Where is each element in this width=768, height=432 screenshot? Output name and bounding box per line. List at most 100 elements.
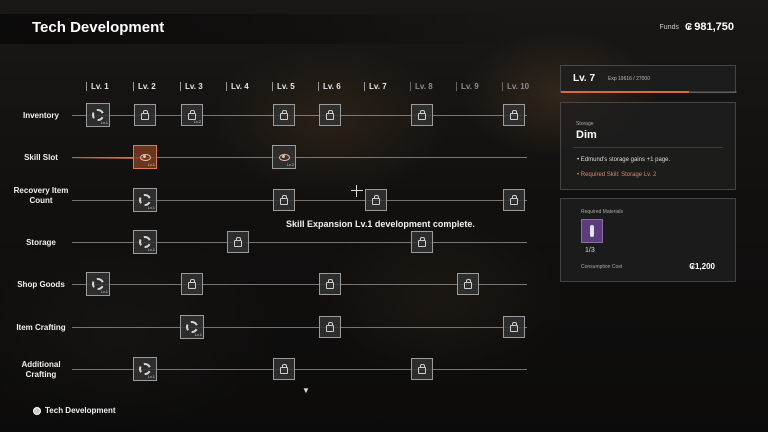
row-label-3: Storage	[26, 238, 56, 247]
exp-progress-fill	[561, 91, 690, 93]
tech-node[interactable]	[457, 273, 479, 295]
node-level-tag: Lv.1	[194, 332, 202, 337]
tech-node[interactable]	[503, 189, 525, 211]
funds-amount: ₢ 981,750	[685, 21, 734, 33]
lock-icon	[372, 194, 380, 205]
level-header-3: Lv. 3	[180, 82, 203, 91]
footer[interactable]: Tech Development	[33, 406, 116, 415]
lock-icon	[418, 109, 426, 120]
tech-node[interactable]	[503, 104, 525, 126]
currency-icon: ₢	[685, 21, 693, 33]
detail-panel: Storage Dim • Edmund's storage gains +1 …	[560, 102, 736, 190]
tech-node[interactable]	[181, 273, 203, 295]
node-level-tag: Lv.1	[147, 374, 155, 379]
level-header: Lv. 1 Lv. 2 Lv. 3 Lv. 4 Lv. 5 Lv. 6 Lv. 7 Lv. 8…	[86, 82, 536, 94]
funds-value: 981,750	[694, 21, 734, 33]
tech-node[interactable]	[411, 358, 433, 380]
exp-readout: Exp 19616 / 27000	[608, 76, 650, 82]
lock-icon	[280, 109, 288, 120]
materials-panel: Required Materials 1/3 Consumption Cost …	[560, 198, 736, 282]
level-header-4: Lv. 4	[226, 82, 249, 91]
lock-icon	[326, 321, 334, 332]
node-level-tag: Lv.1	[147, 205, 155, 210]
divider	[573, 147, 723, 148]
tech-node[interactable]: Lv.1	[133, 357, 157, 381]
figure-icon	[590, 225, 594, 237]
row-track	[72, 327, 527, 328]
eye-icon	[278, 153, 290, 161]
eye-icon	[139, 153, 151, 161]
tech-node[interactable]	[227, 231, 249, 253]
tech-node[interactable]: Lv.1	[86, 103, 110, 127]
tech-node[interactable]	[273, 104, 295, 126]
tech-node[interactable]: Lv.2	[272, 145, 296, 169]
lock-icon	[326, 109, 334, 120]
tech-node[interactable]	[411, 231, 433, 253]
tech-node[interactable]: Lv.2	[181, 104, 203, 126]
level-header-9: Lv. 9	[456, 82, 479, 91]
row-label-2: Recovery Item Count	[13, 186, 69, 205]
lock-icon	[280, 363, 288, 374]
materials-label: Required Materials	[581, 209, 623, 215]
detail-category: Storage	[576, 121, 594, 127]
funds-display: Funds ₢ 981,750	[660, 21, 734, 33]
material-slot[interactable]	[581, 219, 603, 243]
cost-label: Consumption Cost	[581, 264, 623, 270]
tech-node[interactable]	[365, 189, 387, 211]
level-header-1: Lv. 1	[86, 82, 109, 91]
lock-icon	[326, 278, 334, 289]
tech-development-icon	[33, 406, 41, 415]
tech-node[interactable]: Lv.1	[133, 145, 157, 169]
lock-icon	[141, 109, 149, 120]
detail-requirement: • Required Skill: Storage Lv. 2	[577, 172, 657, 178]
level-header-5: Lv. 5	[272, 82, 295, 91]
tech-node[interactable]	[319, 273, 341, 295]
scroll-down-arrow-icon[interactable]: ▼	[302, 386, 310, 395]
tech-node[interactable]	[503, 316, 525, 338]
node-level-tag: Lv.2	[193, 119, 201, 124]
tech-node[interactable]	[319, 316, 341, 338]
tech-node[interactable]: Lv.1	[133, 230, 157, 254]
tech-node[interactable]	[134, 104, 156, 126]
lock-icon	[280, 194, 288, 205]
lock-icon	[464, 278, 472, 289]
lock-icon	[418, 363, 426, 374]
lock-icon	[510, 321, 518, 332]
tech-node[interactable]: Lv.1	[133, 188, 157, 212]
tech-node[interactable]: Lv.1	[180, 315, 204, 339]
node-level-tag: Lv.1	[147, 247, 155, 252]
tech-node[interactable]	[273, 358, 295, 380]
level-header-7: Lv. 7	[364, 82, 387, 91]
node-level-tag: Lv.2	[286, 162, 294, 167]
node-level-tag: Lv.1	[100, 289, 108, 294]
detail-name: Dim	[576, 129, 597, 141]
lock-icon	[234, 236, 242, 247]
exp-progress-bar	[561, 91, 737, 93]
row-label-4: Shop Goods	[17, 280, 65, 289]
node-level-tag: Lv.1	[147, 162, 155, 167]
level-header-8: Lv. 8	[410, 82, 433, 91]
tech-node[interactable]	[319, 104, 341, 126]
level-header-10: Lv. 10	[502, 82, 529, 91]
tech-node[interactable]: Lv.1	[86, 272, 110, 296]
footer-label: Tech Development	[45, 406, 116, 415]
row-label-5: Item Crafting	[16, 323, 66, 332]
development-complete-toast: Skill Expansion Lv.1 development complet…	[286, 219, 475, 229]
page-title: Tech Development	[32, 19, 165, 36]
material-count: 1/3	[585, 247, 595, 254]
lock-icon	[188, 278, 196, 289]
level-panel: Lv. 7 Exp 19616 / 27000	[560, 65, 737, 93]
funds-label: Funds	[659, 23, 679, 31]
cursor-crosshair-icon	[351, 185, 363, 197]
tech-node[interactable]	[273, 189, 295, 211]
node-level-tag: Lv.1	[100, 120, 108, 125]
level-header-2: Lv. 2	[133, 82, 156, 91]
row-label-0: Inventory	[22, 111, 59, 120]
tech-level: Lv. 7	[573, 73, 596, 84]
level-header-6: Lv. 6	[318, 82, 341, 91]
lock-icon	[510, 109, 518, 120]
detail-description: • Edmund's storage gains +1 page.	[577, 157, 671, 163]
row-label-6: Additional Crafting	[21, 360, 61, 379]
tech-node[interactable]	[411, 104, 433, 126]
cost-value: ₢1,200	[689, 262, 715, 271]
